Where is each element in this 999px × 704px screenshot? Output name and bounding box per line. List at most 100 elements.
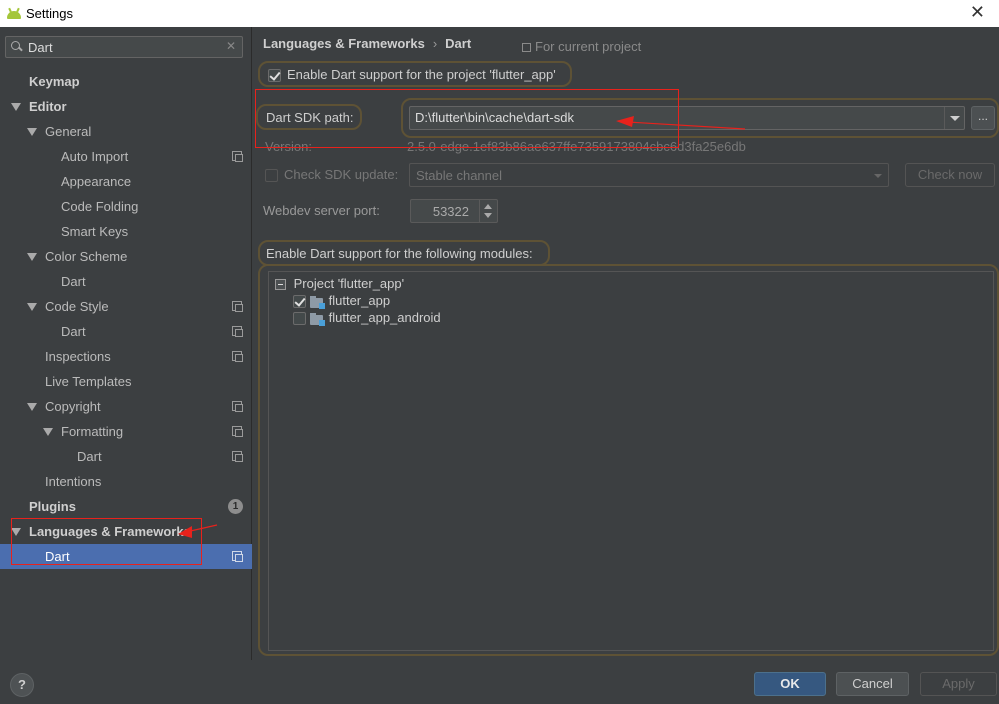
for-current-project-label: For current project (535, 39, 642, 54)
module-folder-icon (310, 295, 325, 309)
breadcrumb-current: Dart (445, 36, 472, 51)
update-channel-select[interactable]: Stable channel (409, 163, 889, 187)
help-button[interactable]: ? (10, 673, 34, 697)
project-scope-icon (232, 401, 243, 412)
breadcrumb: Languages & Frameworks › Dart (263, 36, 471, 51)
project-scope-icon (232, 451, 243, 462)
module-project-label: Project 'flutter_app' (293, 276, 405, 291)
close-icon[interactable]: ✕ (970, 2, 985, 23)
module-row[interactable]: flutter_app (293, 292, 390, 309)
tree-item-label: Keymap (29, 74, 80, 89)
chevron-down-icon[interactable] (944, 107, 964, 129)
expand-arrow-icon[interactable] (27, 303, 37, 311)
tree-item-editor[interactable]: Editor (0, 94, 252, 119)
modules-panel-highlight: Project 'flutter_app' flutter_app flutte… (258, 264, 999, 656)
spin-up-icon[interactable] (484, 204, 492, 209)
tree-item-code-folding[interactable]: Code Folding (0, 194, 252, 219)
collapse-icon[interactable] (275, 279, 286, 291)
module-row[interactable]: flutter_app_android (293, 309, 441, 326)
tree-item-color-scheme[interactable]: Color Scheme (0, 244, 252, 269)
project-scope-icon (232, 551, 243, 562)
webdev-port-spinner[interactable]: 53322 (410, 199, 498, 223)
tree-item-appearance[interactable]: Appearance (0, 169, 252, 194)
breadcrumb-parent: Languages & Frameworks (263, 36, 425, 51)
tree-item-label: Code Style (45, 299, 109, 314)
module-checkbox[interactable] (293, 312, 306, 326)
enable-dart-label: Enable Dart support for the project 'flu… (287, 67, 556, 82)
cancel-button[interactable]: Cancel (836, 672, 909, 696)
annotation-languages-box (11, 518, 202, 565)
browse-button[interactable]: ... (971, 106, 995, 130)
expand-arrow-icon[interactable] (27, 403, 37, 411)
search-icon (10, 40, 24, 54)
project-scope-icon (232, 351, 243, 362)
search-box[interactable]: ✕ (5, 36, 243, 58)
tree-item-inspections[interactable]: Inspections (0, 344, 252, 369)
check-sdk-update-check-icon[interactable] (265, 169, 278, 183)
search-input[interactable] (28, 39, 218, 55)
check-sdk-update-label: Check SDK update: (284, 167, 399, 182)
tree-item-label: Formatting (61, 424, 124, 439)
expand-arrow-icon[interactable] (27, 128, 37, 136)
enable-dart-checkbox[interactable]: Enable Dart support for the project 'flu… (258, 61, 572, 87)
webdev-port-label: Webdev server port: (263, 203, 380, 218)
webdev-port-value[interactable]: 53322 (433, 204, 469, 219)
tree-item-keymap[interactable]: Keymap (0, 69, 252, 94)
expand-arrow-icon[interactable] (43, 428, 53, 436)
tree-item-label: Auto Import (61, 149, 129, 164)
module-folder-icon (310, 312, 325, 326)
annotation-sdk-box (255, 89, 679, 148)
tree-item-label: Intentions (45, 474, 102, 489)
tree-item-label: Editor (29, 99, 67, 114)
check-sdk-update-checkbox[interactable]: Check SDK update: (265, 167, 399, 183)
tree-item-dart[interactable]: Dart (0, 444, 252, 469)
tree-item-formatting[interactable]: Formatting (0, 419, 252, 444)
expand-arrow-icon[interactable] (27, 253, 37, 261)
modules-tree: Project 'flutter_app' flutter_app flutte… (268, 271, 994, 651)
plugins-update-badge: 1 (228, 499, 243, 514)
for-current-project: For current project (522, 39, 641, 54)
ok-button[interactable]: OK (754, 672, 826, 696)
tree-item-label: Dart (77, 449, 102, 464)
tree-item-code-style[interactable]: Code Style (0, 294, 252, 319)
chevron-down-icon (874, 174, 882, 178)
check-now-button[interactable]: Check now (905, 163, 995, 187)
title-bar: Settings ✕ (0, 0, 999, 27)
tree-item-label: Live Templates (45, 374, 132, 389)
clear-icon[interactable]: ✕ (226, 39, 236, 53)
tree-item-label: Copyright (45, 399, 101, 414)
tree-item-label: Code Folding (61, 199, 139, 214)
tree-item-auto-import[interactable]: Auto Import (0, 144, 252, 169)
tree-item-label: Dart (61, 324, 86, 339)
module-project-row[interactable]: Project 'flutter_app' (275, 275, 404, 292)
expand-arrow-icon[interactable] (11, 103, 21, 111)
tree-item-dart[interactable]: Dart (0, 319, 252, 344)
tree-item-copyright[interactable]: Copyright (0, 394, 252, 419)
project-scope-icon (232, 326, 243, 337)
project-scope-icon (232, 426, 243, 437)
breadcrumb-separator: › (432, 36, 438, 51)
tree-item-label: Color Scheme (45, 249, 128, 264)
tree-item-label: Inspections (45, 349, 111, 364)
tree-item-intentions[interactable]: Intentions (0, 469, 252, 494)
spinner-arrows[interactable] (479, 200, 497, 222)
project-scope-icon (522, 43, 531, 52)
tree-item-plugins[interactable]: Plugins 1 (0, 494, 252, 519)
tree-item-live-templates[interactable]: Live Templates (0, 369, 252, 394)
module-name: flutter_app (328, 293, 391, 308)
settings-sidebar: ✕ Keymap Editor General Auto Import Appearan… (0, 27, 252, 660)
enable-dart-check-icon[interactable] (268, 69, 281, 83)
update-channel-value: Stable channel (416, 168, 503, 183)
module-checkbox[interactable] (293, 295, 306, 309)
android-studio-icon (6, 7, 22, 20)
tree-item-label: Smart Keys (61, 224, 129, 239)
tree-item-label: Appearance (61, 174, 132, 189)
settings-tree: Keymap Editor General Auto Import Appearance… (0, 69, 252, 569)
tree-item-label: General (45, 124, 92, 139)
tree-item-dart[interactable]: Dart (0, 269, 252, 294)
tree-item-general[interactable]: General (0, 119, 252, 144)
apply-button[interactable]: Apply (920, 672, 997, 696)
tree-item-smart-keys[interactable]: Smart Keys (0, 219, 252, 244)
spin-down-icon[interactable] (484, 213, 492, 218)
tree-item-label: Plugins (29, 499, 76, 514)
